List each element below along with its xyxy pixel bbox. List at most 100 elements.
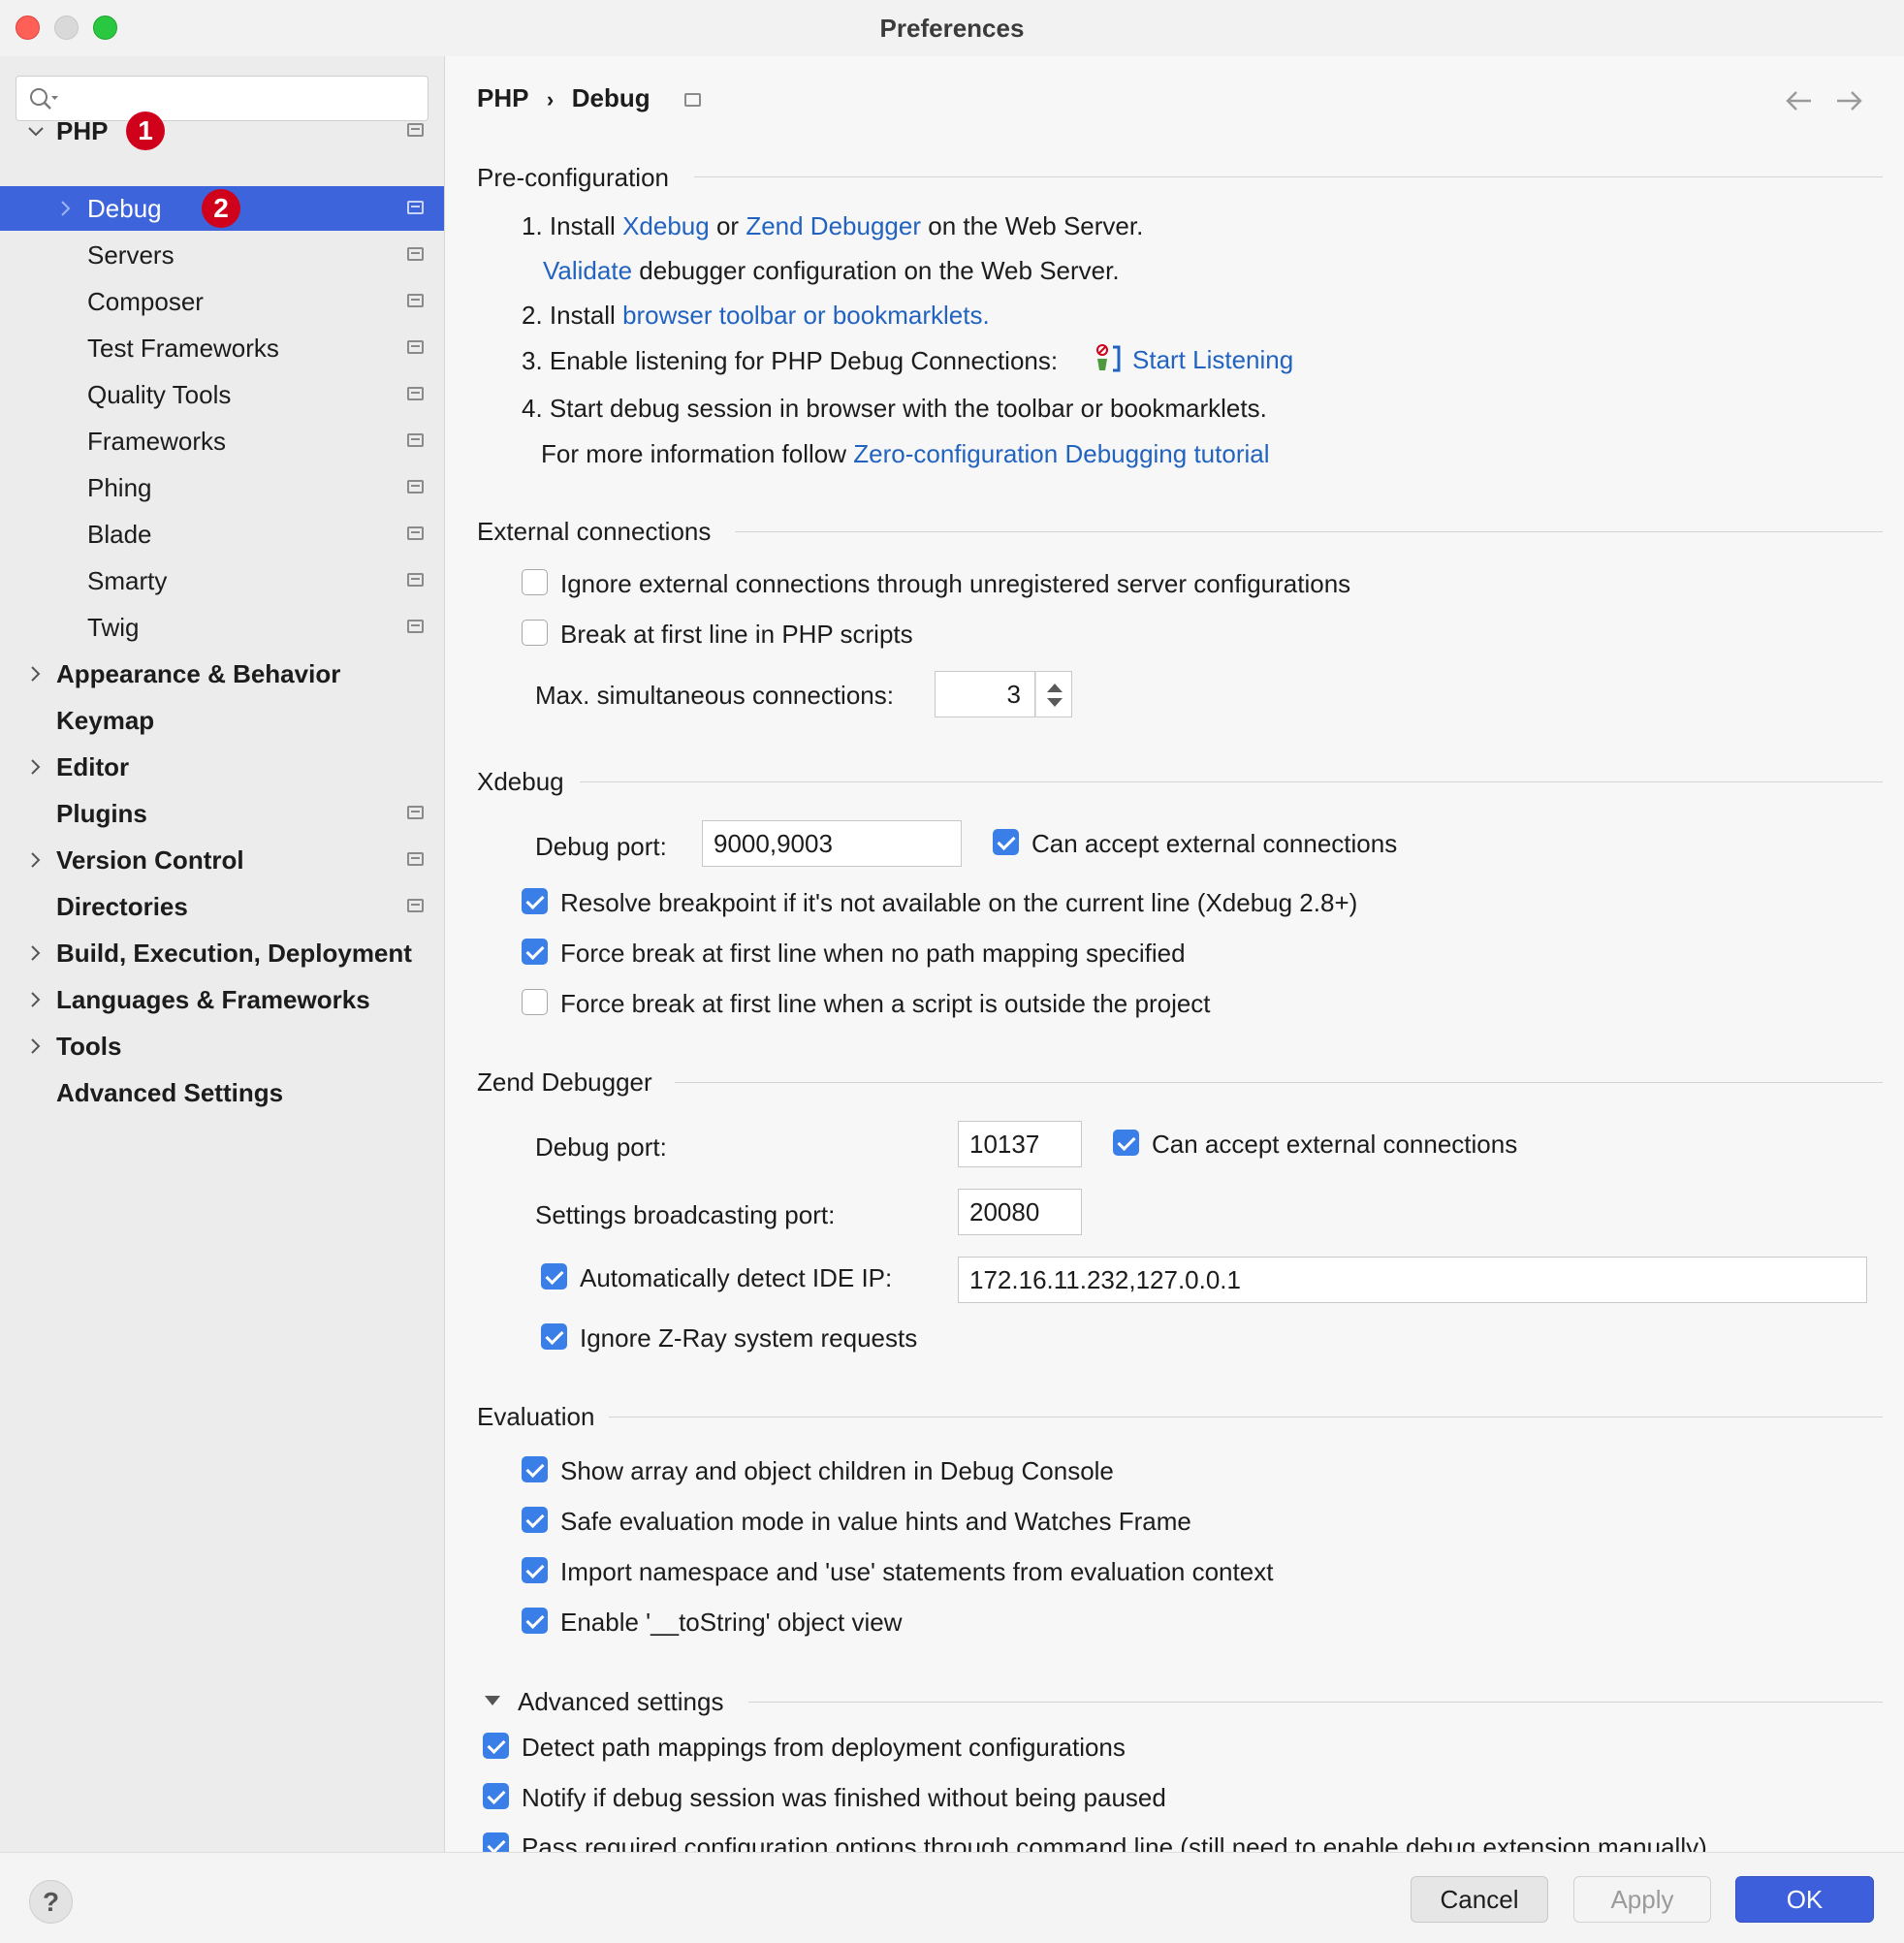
- minimize-window-button[interactable]: [54, 16, 79, 40]
- help-button[interactable]: ?: [29, 1880, 73, 1924]
- resolve-breakpoint-checkbox[interactable]: [522, 888, 548, 914]
- validate-link[interactable]: Validate: [543, 256, 632, 285]
- xdebug-link[interactable]: Xdebug: [622, 211, 710, 240]
- notify-debug-finished-checkbox[interactable]: [483, 1783, 509, 1809]
- checkbox-label: Resolve breakpoint if it's not available…: [560, 888, 1358, 917]
- browser-toolbar-link[interactable]: browser toolbar or bookmarklets.: [622, 301, 990, 330]
- sidebar-item-languages-frameworks[interactable]: Languages & Frameworks: [0, 977, 444, 1022]
- sidebar-item-phing[interactable]: Phing: [0, 465, 444, 510]
- divider: [735, 531, 1883, 532]
- broadcast-port-label: Settings broadcasting port:: [535, 1200, 836, 1229]
- preconfig-validate: Validate debugger configuration on the W…: [543, 256, 1120, 285]
- show-array-children-checkbox[interactable]: [522, 1456, 548, 1482]
- sidebar-item-debug[interactable]: Debug 2: [0, 186, 444, 231]
- sidebar-item-label: Keymap: [56, 705, 155, 735]
- xdebug-port-label: Debug port:: [535, 832, 667, 861]
- preconfig-step-3: 3. Enable listening for PHP Debug Connec…: [522, 346, 1059, 375]
- sidebar-item-label: Composer: [87, 286, 204, 316]
- chevron-right-icon: [31, 1038, 41, 1054]
- sidebar-item-frameworks[interactable]: Frameworks: [0, 419, 444, 463]
- sidebar-item-label: Plugins: [56, 798, 147, 828]
- auto-detect-ide-ip-checkbox[interactable]: [541, 1263, 567, 1290]
- sidebar-item-label: PHP: [56, 115, 109, 145]
- cancel-button[interactable]: Cancel: [1411, 1876, 1548, 1923]
- start-listening-link[interactable]: Start Listening: [1132, 345, 1293, 375]
- project-level-icon: [407, 899, 424, 912]
- break-first-line-php-checkbox[interactable]: [522, 620, 548, 646]
- sidebar-item-twig[interactable]: Twig: [0, 605, 444, 650]
- back-arrow-icon[interactable]: [1784, 88, 1813, 113]
- sidebar-item-label: Twig: [87, 612, 140, 642]
- checkbox-label: Ignore external connections through unre…: [560, 569, 1351, 598]
- xdebug-port-input[interactable]: 9000,9003: [702, 820, 962, 867]
- max-connections-input[interactable]: 3: [935, 671, 1035, 717]
- sidebar-item-blade[interactable]: Blade: [0, 512, 444, 557]
- zend-port-input[interactable]: 10137: [958, 1121, 1082, 1167]
- sidebar-item-label: Tools: [56, 1031, 122, 1061]
- ignore-external-connections-checkbox[interactable]: [522, 569, 548, 595]
- zend-accept-external-checkbox[interactable]: [1113, 1130, 1139, 1156]
- detect-path-mappings-checkbox[interactable]: [483, 1733, 509, 1759]
- section-title-advanced[interactable]: Advanced settings: [518, 1687, 723, 1717]
- checkbox-label: Pass required configuration options thro…: [522, 1832, 1707, 1852]
- sidebar-item-advanced-settings[interactable]: Advanced Settings: [0, 1070, 444, 1115]
- section-title-preconfig: Pre-configuration: [477, 163, 669, 192]
- preconfig-more-info: For more information follow Zero-configu…: [541, 439, 1270, 468]
- sidebar-item-build-execution-deployment[interactable]: Build, Execution, Deployment: [0, 931, 444, 975]
- sidebar-item-composer[interactable]: Composer: [0, 279, 444, 324]
- title-bar: Preferences: [0, 0, 1904, 56]
- ide-ip-input[interactable]: 172.16.11.232,127.0.0.1: [958, 1257, 1867, 1303]
- sidebar-item-appearance-behavior[interactable]: Appearance & Behavior: [0, 652, 444, 696]
- xdebug-accept-external-checkbox[interactable]: [993, 829, 1019, 855]
- sidebar-item-smarty[interactable]: Smarty: [0, 558, 444, 603]
- breadcrumb-parent[interactable]: PHP: [477, 83, 528, 112]
- sidebar-item-label: Appearance & Behavior: [56, 658, 341, 688]
- sidebar-item-quality-tools[interactable]: Quality Tools: [0, 372, 444, 417]
- sidebar-item-servers[interactable]: Servers: [0, 233, 444, 277]
- section-title-external: External connections: [477, 517, 712, 546]
- chevron-right-icon: [31, 945, 41, 961]
- project-level-icon: [407, 526, 424, 540]
- apply-button[interactable]: Apply: [1573, 1876, 1711, 1923]
- project-level-icon: [407, 340, 424, 354]
- settings-sidebar: PHP 1 Debug 2 Servers Composer Test Fram…: [0, 56, 445, 1852]
- sidebar-item-directories[interactable]: Directories: [0, 884, 444, 929]
- sidebar-item-test-frameworks[interactable]: Test Frameworks: [0, 326, 444, 370]
- triangle-down-icon[interactable]: [483, 1693, 502, 1708]
- breadcrumb: PHP › Debug: [477, 83, 651, 113]
- sidebar-item-editor[interactable]: Editor: [0, 745, 444, 789]
- annotation-badge: 1: [126, 111, 165, 150]
- sidebar-item-label: Test Frameworks: [87, 333, 279, 363]
- project-level-icon: [407, 294, 424, 307]
- sidebar-item-label: Version Control: [56, 844, 244, 875]
- sidebar-item-version-control[interactable]: Version Control: [0, 838, 444, 882]
- sidebar-item-keymap[interactable]: Keymap: [0, 698, 444, 743]
- pass-config-options-checkbox[interactable]: [483, 1832, 509, 1852]
- close-window-button[interactable]: [16, 16, 40, 40]
- chevron-right-icon: [31, 852, 41, 868]
- project-level-icon: [407, 620, 424, 633]
- zoom-window-button[interactable]: [93, 16, 117, 40]
- phone-listening-icon[interactable]: [1094, 343, 1123, 374]
- forward-arrow-icon[interactable]: [1835, 88, 1864, 113]
- safe-evaluation-checkbox[interactable]: [522, 1507, 548, 1533]
- broadcast-port-input[interactable]: 20080: [958, 1189, 1082, 1235]
- ignore-zray-checkbox[interactable]: [541, 1323, 567, 1350]
- force-break-outside-project-checkbox[interactable]: [522, 989, 548, 1015]
- chevron-right-icon: [31, 992, 41, 1007]
- chevron-right-icon: [61, 201, 71, 216]
- enable-tostring-checkbox[interactable]: [522, 1608, 548, 1634]
- sidebar-item-php[interactable]: PHP 1: [0, 109, 444, 153]
- ok-button[interactable]: OK: [1735, 1876, 1874, 1923]
- sidebar-item-tools[interactable]: Tools: [0, 1024, 444, 1068]
- preconfig-step-1: 1. Install Xdebug or Zend Debugger on th…: [522, 211, 1144, 240]
- force-break-no-mapping-checkbox[interactable]: [522, 939, 548, 965]
- zero-config-tutorial-link[interactable]: Zero-configuration Debugging tutorial: [853, 439, 1269, 468]
- breadcrumb-current: Debug: [571, 83, 651, 112]
- sidebar-item-plugins[interactable]: Plugins: [0, 791, 444, 836]
- max-connections-stepper[interactable]: [1035, 671, 1072, 717]
- import-namespace-checkbox[interactable]: [522, 1557, 548, 1583]
- zend-debugger-link[interactable]: Zend Debugger: [746, 211, 921, 240]
- max-connections-label: Max. simultaneous connections:: [535, 681, 894, 710]
- stepper-arrows-icon: [1047, 684, 1063, 707]
